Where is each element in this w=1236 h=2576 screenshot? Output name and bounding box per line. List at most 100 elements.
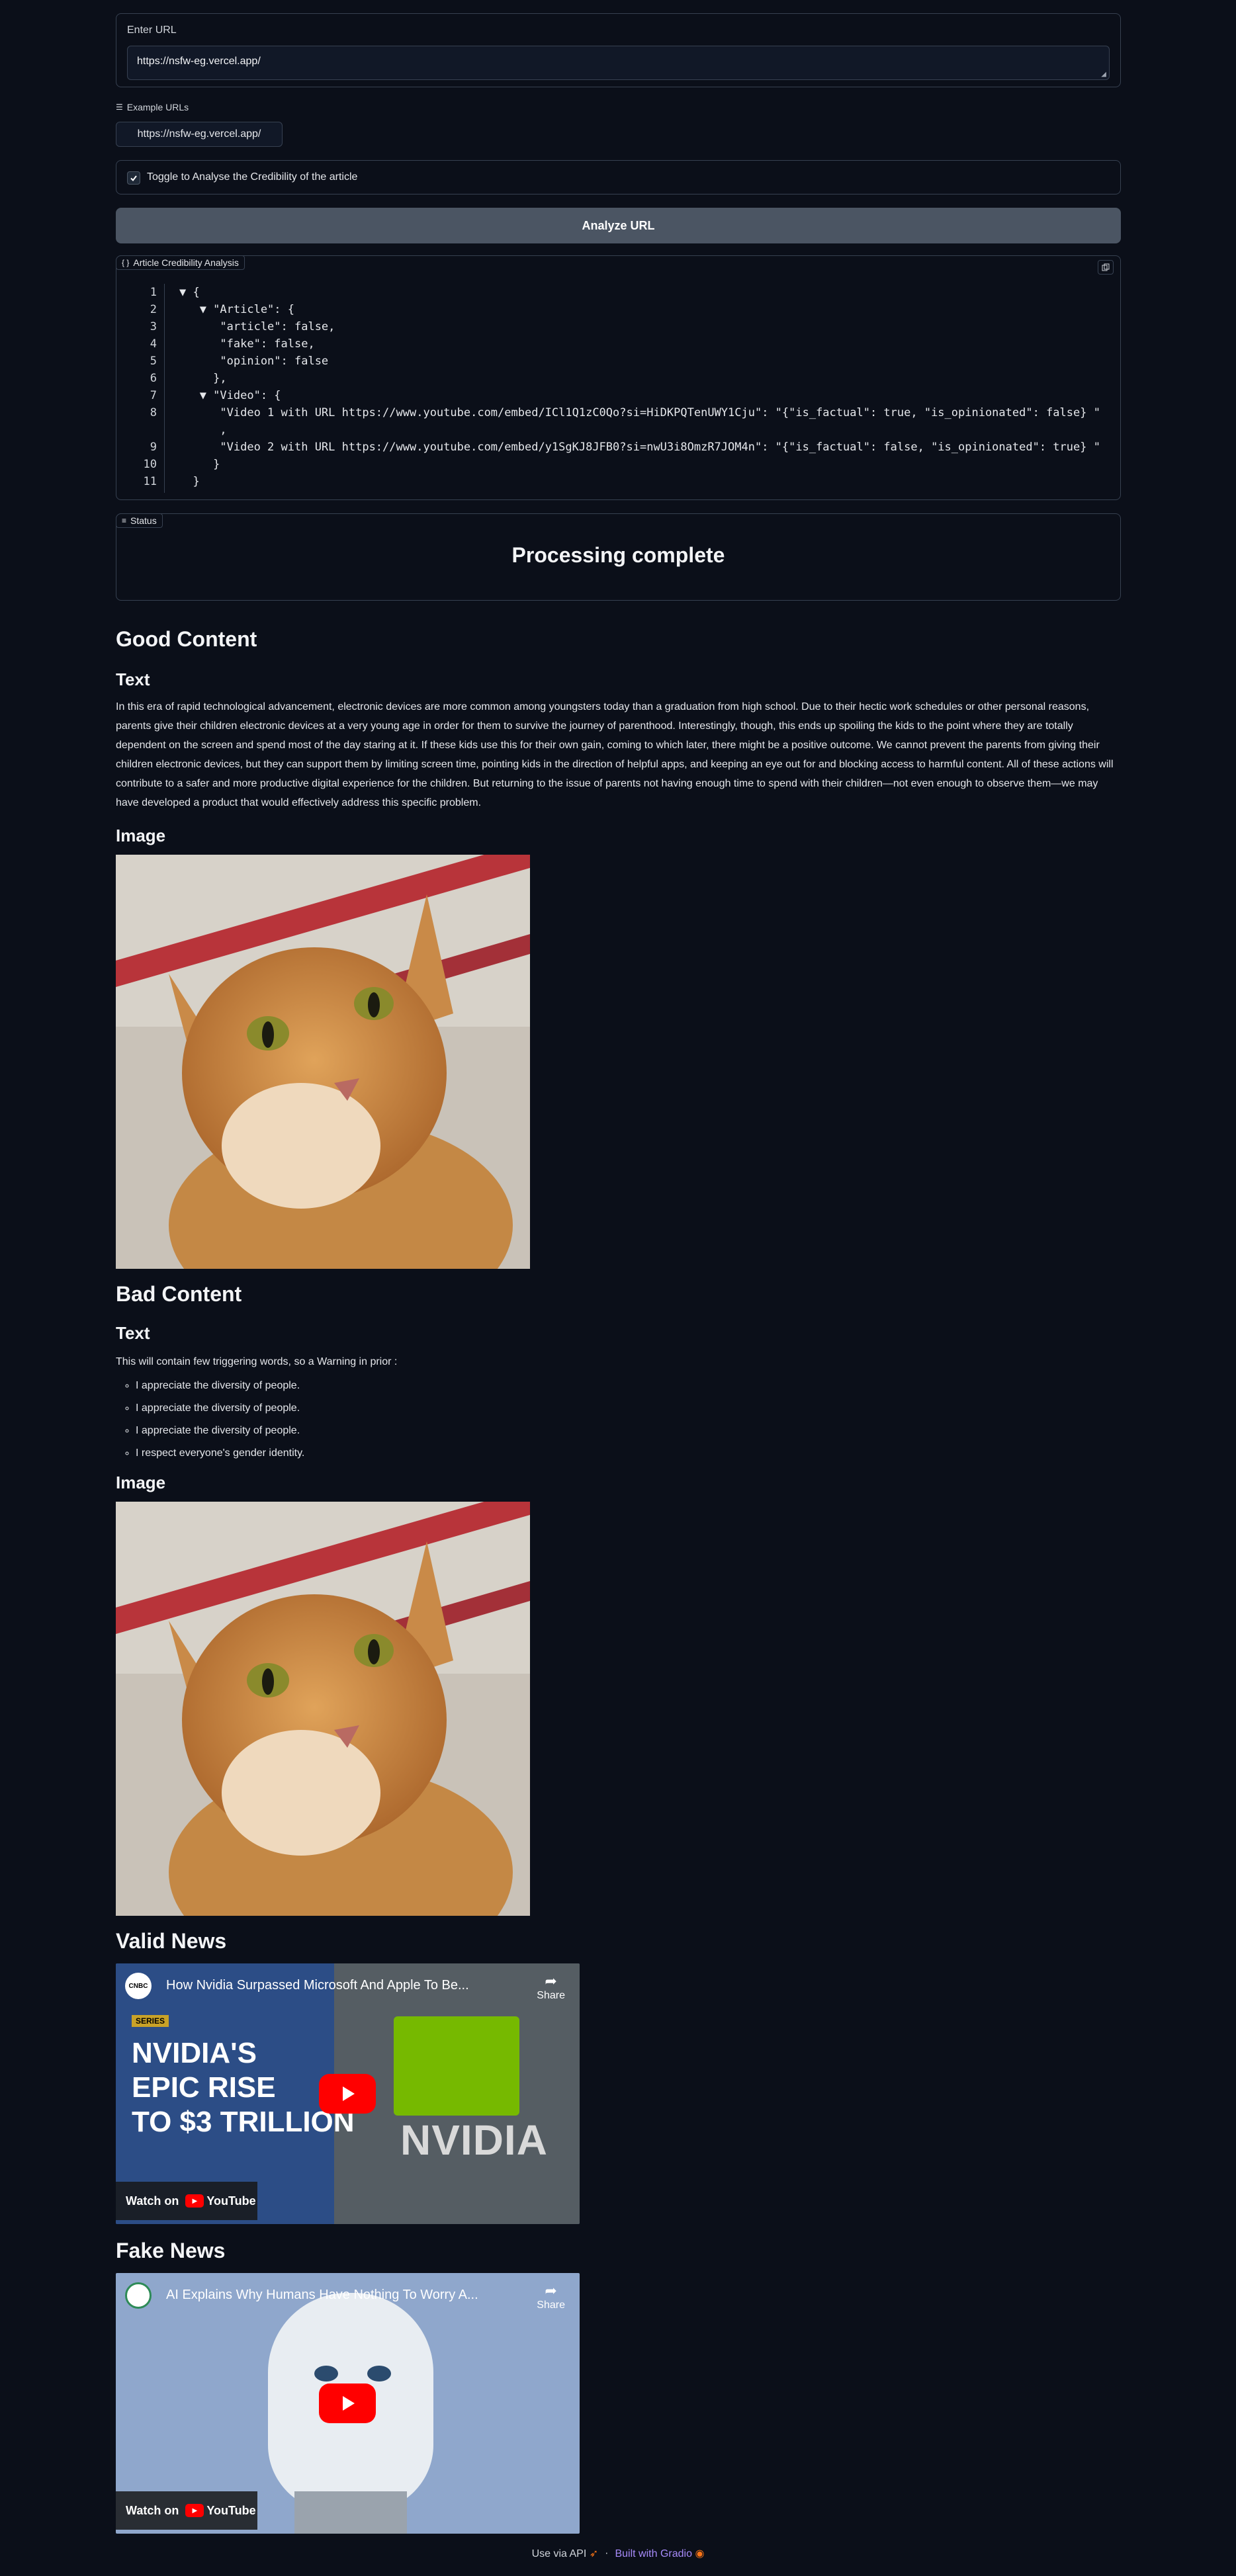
code-line: 4 "fake": false, [127, 335, 1113, 353]
good-content-title: Good Content [116, 627, 257, 651]
code-line: , [127, 421, 1113, 439]
cat-illustration [116, 1502, 530, 1916]
code-text: } [179, 475, 200, 488]
fake-news-video[interactable]: AI Explains Why Humans Have Nothing To W… [116, 2273, 580, 2534]
video-title[interactable]: AI Explains Why Humans Have Nothing To W… [166, 2288, 497, 2303]
code-text: } [179, 458, 220, 471]
resize-handle-icon[interactable]: ◢ [1101, 71, 1106, 78]
watch-on-label: Watch on [126, 2503, 179, 2517]
url-input[interactable]: https://nsfw-eg.vercel.app/ ◢ [127, 46, 1110, 80]
code-text: "Video 2 with URL https://www.youtube.co… [179, 441, 1100, 454]
headline-line-1: NVIDIA'S [132, 2037, 257, 2069]
youtube-wordmark: YouTube [206, 2194, 256, 2208]
code-line: 3 "article": false, [127, 318, 1113, 335]
analysis-label: Article Credibility Analysis [133, 257, 239, 268]
code-text: "article": false, [179, 320, 335, 333]
bad-text-heading: Text [116, 1323, 150, 1343]
code-text: ▼ "Video": { [179, 389, 281, 402]
nvidia-wordmark: NVIDIA [400, 2116, 548, 2164]
bad-cat-image [116, 1502, 530, 1916]
credibility-analysis-panel: { } Article Credibility Analysis 1 ▼ {2 ▼… [116, 255, 1121, 500]
good-text-heading: Text [116, 669, 150, 689]
analysis-label-tag: { } Article Credibility Analysis [116, 255, 245, 270]
code-text: ▼ "Article": { [179, 303, 294, 316]
code-text: "fake": false, [179, 337, 315, 351]
example-url-button[interactable]: https://nsfw-eg.vercel.app/ [116, 122, 283, 147]
valid-news-video[interactable]: NVIDIA CNBC How Nvidia Surpassed Microso… [116, 1963, 580, 2224]
url-input-value: https://nsfw-eg.vercel.app/ [137, 56, 261, 67]
copy-icon [1102, 263, 1110, 271]
fake-news-title: Fake News [116, 2239, 226, 2262]
status-label: Status [130, 515, 157, 526]
share-icon: ➦ [545, 2282, 557, 2299]
json-lines: 1 ▼ {2 ▼ "Article": {3 "article": false, 4… [127, 284, 1113, 490]
check-icon [130, 175, 137, 182]
code-line: 6 }, [127, 370, 1113, 387]
share-label: Share [537, 2299, 565, 2311]
code-text: "Video 1 with URL https://www.youtube.co… [179, 406, 1100, 419]
examples-label: Example URLs [126, 102, 189, 112]
use-via-api-link[interactable]: Use via API ➶ [532, 2547, 599, 2560]
video-title[interactable]: How Nvidia Surpassed Microsoft And Apple… [166, 1978, 497, 1993]
analyze-url-button-label: Analyze URL [582, 218, 655, 232]
list-item: I respect everyone's gender identity. [136, 1442, 304, 1465]
list-item: I appreciate the diversity of people. [136, 1397, 304, 1420]
watch-on-label: Watch on [126, 2194, 179, 2208]
list-item: I appreciate the diversity of people. [136, 1420, 304, 1442]
youtube-logo-icon: ▶ YouTube [185, 2194, 256, 2208]
share-button[interactable]: ➦ Share [537, 2282, 565, 2311]
valid-news-title: Valid News [116, 1929, 227, 1953]
code-line: 9 "Video 2 with URL https://www.youtube.… [127, 439, 1113, 456]
code-line: 10 } [127, 456, 1113, 473]
code-line: 11 } [127, 473, 1113, 490]
braces-icon: { } [122, 258, 130, 267]
url-input-panel: Enter URL https://nsfw-eg.vercel.app/ ◢ [116, 13, 1121, 87]
good-content-paragraph: In this era of rapid technological advan… [116, 701, 1114, 808]
play-button[interactable] [319, 2383, 376, 2423]
youtube-wordmark: YouTube [206, 2503, 256, 2517]
footer: Use via API ➶ · Built with Gradio ◉ [0, 2547, 1236, 2560]
bad-image-heading: Image [116, 1473, 166, 1492]
robot-neck [294, 2491, 407, 2534]
credibility-toggle-label: Toggle to Analyse the Credibility of the… [147, 171, 358, 183]
play-icon [343, 2396, 355, 2411]
watch-on-youtube-button[interactable]: Watch on ▶ YouTube [116, 2491, 257, 2530]
rocket-icon: ➶ [589, 2548, 599, 2559]
robot-eye-left [314, 2366, 338, 2382]
built-with-gradio-link[interactable]: Built with Gradio ◉ [615, 2547, 704, 2560]
code-text: }, [179, 372, 227, 385]
credibility-toggle-panel: Toggle to Analyse the Credibility of the… [116, 160, 1121, 194]
bad-content-title: Bad Content [116, 1282, 242, 1306]
copy-button[interactable] [1098, 260, 1114, 275]
nvidia-logo [394, 2016, 519, 2116]
status-text: Processing complete [511, 543, 725, 567]
status-label-tag: ≡ Status [116, 513, 163, 528]
url-input-label: Enter URL [127, 24, 177, 36]
series-badge: SERIES [132, 2015, 169, 2027]
code-text: "opinion": false [179, 355, 329, 368]
good-cat-image [116, 855, 530, 1269]
code-text: ▼ { [179, 286, 200, 299]
code-line: 7 ▼ "Video": { [127, 387, 1113, 404]
use-via-api-label: Use via API [531, 2548, 587, 2559]
share-icon: ➦ [545, 1973, 557, 1989]
code-line: 1 ▼ { [127, 284, 1113, 301]
good-image-heading: Image [116, 826, 166, 845]
code-text: , [179, 423, 227, 437]
share-label: Share [537, 1990, 565, 2001]
built-with-gradio-label: Built with Gradio [615, 2548, 692, 2559]
play-button[interactable] [319, 2074, 376, 2114]
credibility-checkbox[interactable] [127, 171, 140, 185]
watch-on-youtube-button[interactable]: Watch on ▶ YouTube [116, 2182, 257, 2220]
status-panel: ≡ Status Processing complete [116, 513, 1121, 601]
footer-separator: · [605, 2548, 609, 2559]
code-line: 5 "opinion": false [127, 353, 1113, 370]
channel-avatar: CNBC [125, 1973, 152, 1999]
list-icon: ☰ [116, 103, 123, 112]
examples-header: ☰ Example URLs [116, 102, 189, 112]
bad-content-intro: This will contain few triggering words, … [116, 1356, 398, 1367]
share-button[interactable]: ➦ Share [537, 1973, 565, 2002]
gradio-logo-icon: ◉ [695, 2548, 705, 2559]
analyze-url-button[interactable]: Analyze URL [116, 208, 1121, 243]
headline-line-3: TO $3 TRILLION [132, 2106, 355, 2138]
